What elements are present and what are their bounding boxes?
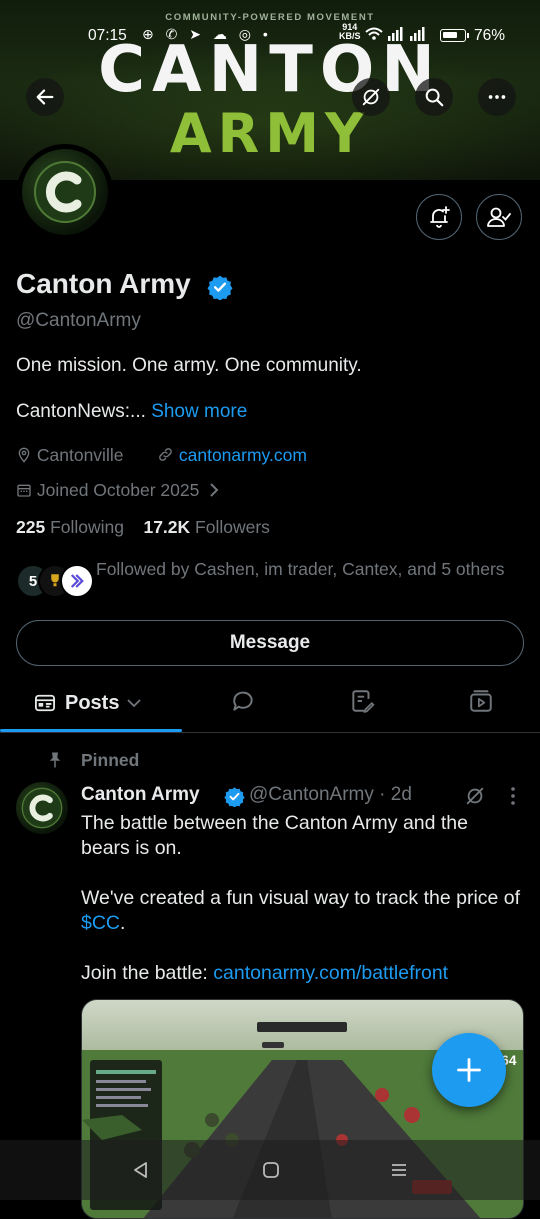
cashtag-link[interactable]: $CC: [81, 912, 120, 934]
profile-name: Canton Army: [16, 268, 191, 299]
post-age: 2d: [390, 784, 412, 805]
tab-posts-label: Posts: [65, 691, 120, 714]
joined-text: Joined October 2025: [36, 480, 200, 500]
search-button[interactable]: [415, 78, 453, 116]
canton-logo-icon: [34, 161, 96, 223]
tab-media[interactable]: [468, 688, 494, 719]
signal-icons: [364, 26, 434, 45]
reply-bubble-icon: [233, 691, 253, 711]
chevrons-right-icon: [70, 574, 84, 588]
media-play-icon: [470, 690, 492, 712]
battlefront-link[interactable]: cantonarmy.com/battlefront: [213, 962, 448, 984]
location-text: Cantonville: [36, 445, 124, 465]
grok-button[interactable]: [352, 78, 390, 116]
posts-icon: [35, 694, 55, 712]
compose-post-button[interactable]: [432, 1033, 506, 1107]
following-link[interactable]: 225 Following: [16, 517, 124, 537]
canton-logo-icon: [21, 787, 63, 829]
network-speed-unit: KB/S: [339, 31, 361, 41]
link-icon: [159, 448, 172, 461]
more-horizontal-icon: [488, 95, 506, 99]
location: Cantonville: [16, 445, 123, 466]
network-speed: 914 KB/S: [339, 23, 361, 41]
followers-count: 17.2K: [143, 517, 191, 537]
status-time: 07:15: [88, 27, 127, 44]
menu-lines-icon: [392, 1164, 406, 1176]
wifi-and-signal-icon: [365, 27, 425, 41]
more-options-button[interactable]: [478, 78, 516, 116]
post-author-avatar[interactable]: [16, 782, 68, 834]
grok-icon: [362, 88, 380, 106]
avatar-image: [22, 149, 108, 235]
battery-icon: [440, 29, 466, 42]
post-line-2-end: .: [120, 912, 126, 934]
notification-icons: ⊕ ✆ ➤ ☁ ◎ •: [142, 26, 272, 42]
post-author-handle[interactable]: @CantonArmy: [249, 784, 374, 805]
tab-posts[interactable]: Posts: [34, 688, 142, 718]
post-body: The battle between the Canton Army and t…: [81, 811, 521, 1011]
grok-icon: [466, 787, 484, 805]
followers-you-know-avatars[interactable]: 5: [16, 564, 94, 598]
tab-articles[interactable]: [349, 688, 375, 719]
post-line-3-text: Join the battle:: [81, 962, 214, 984]
profile-handle: @CantonArmy: [16, 310, 141, 331]
article-edit-icon: [352, 690, 375, 714]
following-count: 225: [16, 517, 46, 537]
pinned-label: Pinned: [81, 750, 140, 770]
show-more-link[interactable]: Show more: [151, 401, 247, 422]
followers-label: Followers: [195, 517, 270, 537]
plus-icon: [457, 1058, 481, 1082]
post-verified-badge-icon: [224, 786, 245, 812]
chevron-down-icon: [127, 699, 142, 708]
back-button[interactable]: [26, 78, 64, 116]
tab-replies[interactable]: [230, 688, 256, 719]
post-author-name[interactable]: Canton Army: [81, 784, 200, 806]
active-tab-indicator: [0, 729, 182, 732]
battery-fill: [443, 32, 457, 38]
battery-cap: [467, 33, 469, 38]
following-button[interactable]: [476, 194, 522, 240]
calendar-icon: [17, 484, 31, 497]
post-line-3: Join the battle: cantonarmy.com/battlefr…: [81, 961, 521, 986]
follower-avatar-3: [60, 564, 94, 598]
joined-date[interactable]: Joined October 2025: [16, 480, 220, 501]
website[interactable]: cantonarmy.com: [157, 445, 307, 466]
battery-percent: 76%: [474, 27, 506, 44]
location-pin-icon: [18, 447, 30, 463]
bell-plus-icon: [430, 206, 450, 228]
profile-avatar[interactable]: [17, 144, 113, 240]
notifications-button[interactable]: [416, 194, 462, 240]
square-home-icon: [263, 1162, 279, 1178]
post-meta: @CantonArmy · 2d: [249, 784, 412, 806]
user-check-icon: [487, 207, 511, 227]
following-label: Following: [50, 517, 125, 537]
message-button[interactable]: Message: [16, 620, 524, 666]
pin-icon: [46, 751, 64, 774]
arrow-left-icon: [36, 89, 54, 105]
nav-back-button[interactable]: [131, 1160, 151, 1185]
system-navigation-bar: [0, 1140, 540, 1200]
bio-line-2: CantonNews:... Show more: [16, 401, 247, 423]
status-bar: 07:15 ⊕ ✆ ➤ ☁ ◎ • 914 KB/S 76%: [0, 20, 540, 54]
follow-counts: 225 Following 17.2K Followers: [16, 517, 270, 538]
post-line-1: The battle between the Canton Army and t…: [81, 812, 469, 859]
website-link[interactable]: cantonarmy.com: [179, 445, 307, 465]
post-grok-button[interactable]: [464, 785, 486, 812]
profile-tab-bar: Posts: [0, 676, 540, 733]
post-more-button[interactable]: [505, 785, 521, 812]
bio-text: One mission. One army. One community.: [16, 355, 362, 376]
search-icon: [425, 88, 444, 107]
followers-link[interactable]: 17.2K Followers: [143, 517, 269, 537]
nav-recents-button[interactable]: [389, 1160, 409, 1185]
bio-truncated-text: CantonNews:...: [16, 401, 146, 422]
chevron-right-icon: [210, 483, 219, 497]
post-line-2: We've created a fun visual way to track …: [81, 886, 521, 936]
post-separator: ·: [379, 784, 386, 805]
more-vertical-icon: [511, 787, 515, 805]
post-line-2-text: We've created a fun visual way to track …: [81, 887, 521, 909]
verified-badge-icon[interactable]: [207, 274, 233, 305]
triangle-back-icon: [134, 1162, 147, 1178]
followed-by-text[interactable]: Followed by Cashen, im trader, Cantex, a…: [96, 557, 516, 581]
nav-home-button[interactable]: [261, 1160, 281, 1185]
